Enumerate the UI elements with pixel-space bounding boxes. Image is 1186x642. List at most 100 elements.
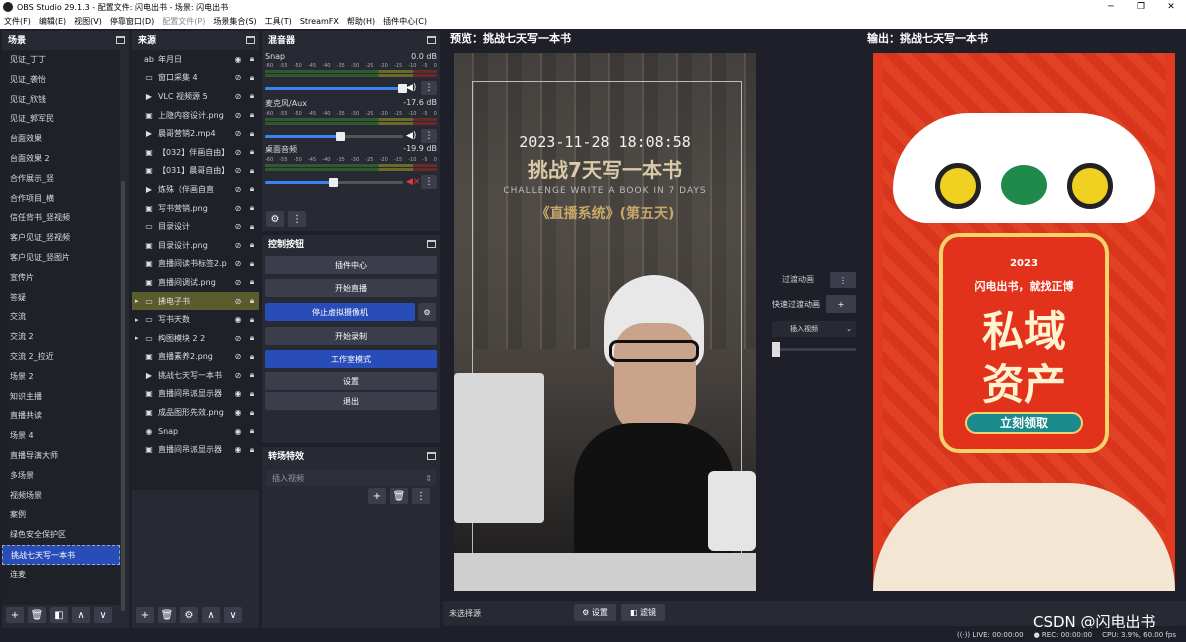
lock-icon[interactable]: 🔒︎ bbox=[245, 352, 259, 362]
start-streaming-button[interactable]: 开始直播 bbox=[265, 279, 437, 297]
scene-item[interactable]: 台面效果 2 bbox=[2, 149, 120, 169]
move-scene-up-button[interactable]: ∧ bbox=[72, 607, 90, 623]
eye-hidden-icon[interactable]: ⊘ bbox=[231, 278, 245, 287]
scene-item[interactable]: 直播导演大师 bbox=[2, 446, 120, 466]
scene-item[interactable]: 见证_丁丁 bbox=[2, 50, 120, 70]
eye-icon[interactable]: ◉ bbox=[231, 427, 245, 436]
eye-icon[interactable]: ◉ bbox=[231, 315, 245, 324]
scene-item[interactable]: 案例 bbox=[2, 505, 120, 525]
menu-item-7[interactable]: StreamFX bbox=[300, 17, 339, 26]
advanced-audio-button[interactable]: ⚙ bbox=[266, 211, 284, 227]
source-item[interactable]: ▣ 直播间吊派显示器 ◉ 🔒︎ bbox=[132, 440, 259, 459]
t-bar-slider[interactable] bbox=[772, 348, 856, 351]
undock-icon[interactable] bbox=[246, 35, 255, 44]
scene-item[interactable]: 见证_袭怡 bbox=[2, 70, 120, 90]
source-item[interactable]: ▣ 直播素养2.png ⊘ 🔒︎ bbox=[132, 348, 259, 367]
remove-source-button[interactable]: 🗑 bbox=[158, 607, 176, 623]
source-item[interactable]: ▭ 目录设计 ⊘ 🔒︎ bbox=[132, 217, 259, 236]
lock-icon[interactable]: 🔒︎ bbox=[245, 129, 259, 139]
eye-hidden-icon[interactable]: ⊘ bbox=[231, 73, 245, 82]
source-item[interactable]: ▶ 炼殊（伴画自直 ⊘ 🔒︎ bbox=[132, 180, 259, 199]
move-scene-down-button[interactable]: ∨ bbox=[94, 607, 112, 623]
menu-item-6[interactable]: 工具(T) bbox=[265, 16, 292, 27]
mixer-menu-button[interactable]: ⋮ bbox=[288, 211, 306, 227]
eye-icon[interactable]: ◉ bbox=[231, 445, 245, 454]
scene-item[interactable]: 客户见证_竖图片 bbox=[2, 248, 120, 268]
source-item[interactable]: ▣ 【032】伴画自由】 ⊘ 🔒︎ bbox=[132, 143, 259, 162]
source-settings-button[interactable]: ⚙ 设置 bbox=[574, 604, 616, 621]
source-item[interactable]: ▭ 窗口采集 4 ⊘ 🔒︎ bbox=[132, 69, 259, 88]
stop-virtual-camera-button[interactable]: 停止虚拟摄像机 bbox=[265, 303, 415, 321]
eye-hidden-icon[interactable]: ⊘ bbox=[231, 204, 245, 213]
menu-item-5[interactable]: 场景集合(S) bbox=[213, 16, 256, 27]
scene-item[interactable]: 视频场景 bbox=[2, 486, 120, 506]
source-item[interactable]: ▣ 目录设计.png ⊘ 🔒︎ bbox=[132, 236, 259, 255]
lock-icon[interactable]: 🔒︎ bbox=[245, 408, 259, 418]
track-menu-button[interactable]: ⋮ bbox=[421, 81, 437, 95]
preview-canvas[interactable]: 2023-11-28 18:08:58 挑战7天写一本书 CHALLENGE W… bbox=[454, 53, 756, 591]
volume-knob[interactable] bbox=[398, 83, 407, 93]
scene-item[interactable]: 绿色安全保护区 bbox=[2, 525, 120, 545]
scene-item[interactable]: 见证_欣钱 bbox=[2, 90, 120, 110]
menu-item-1[interactable]: 编辑(E) bbox=[39, 16, 66, 27]
remove-scene-button[interactable]: 🗑 bbox=[28, 607, 46, 623]
eye-icon[interactable]: ◉ bbox=[231, 408, 245, 417]
source-item[interactable]: ▣ 直播间读书标签2.p ⊘ 🔒︎ bbox=[132, 255, 259, 274]
expand-arrow-icon[interactable]: ▸ bbox=[135, 334, 143, 342]
lock-icon[interactable]: 🔒︎ bbox=[245, 91, 259, 101]
expand-arrow-icon[interactable]: ▸ bbox=[135, 316, 143, 324]
source-item[interactable]: ▸ ▭ 写书天数 ◉ 🔒︎ bbox=[132, 310, 259, 329]
move-source-down-button[interactable]: ∨ bbox=[224, 607, 242, 623]
speaker-icon[interactable]: ◀) bbox=[406, 83, 418, 93]
virtual-camera-settings-icon[interactable]: ⚙ bbox=[418, 303, 436, 321]
add-source-button[interactable]: + bbox=[136, 607, 154, 623]
eye-hidden-icon[interactable]: ⊘ bbox=[231, 334, 245, 343]
undock-icon[interactable] bbox=[116, 35, 125, 44]
scene-item[interactable]: 直播共读 bbox=[2, 406, 120, 426]
lock-icon[interactable]: 🔒︎ bbox=[245, 389, 259, 399]
scene-item[interactable]: 场景 2 bbox=[2, 367, 120, 387]
menu-item-3[interactable]: 停靠窗口(D) bbox=[110, 16, 154, 27]
eye-hidden-icon[interactable]: ⊘ bbox=[231, 352, 245, 361]
source-item[interactable]: ▣ 成品图形先效.png ◉ 🔒︎ bbox=[132, 403, 259, 422]
source-item[interactable]: ▸ ▭ 构图模块 2 2 ⊘ 🔒︎ bbox=[132, 329, 259, 348]
menu-item-4[interactable]: 配置文件(P) bbox=[162, 16, 205, 27]
lock-icon[interactable]: 🔒︎ bbox=[245, 240, 259, 250]
scene-item[interactable]: 合作展示_竖 bbox=[2, 169, 120, 189]
lock-icon[interactable]: 🔒︎ bbox=[245, 259, 259, 269]
source-item[interactable]: ▸ ▭ 拂电子书 ⊘ 🔒︎ bbox=[132, 291, 259, 311]
lock-icon[interactable]: 🔒︎ bbox=[245, 222, 259, 232]
scene-item[interactable]: 客户见证_竖视频 bbox=[2, 228, 120, 248]
source-item[interactable]: ▣ 写书营销.png ⊘ 🔒︎ bbox=[132, 199, 259, 218]
scene-item[interactable]: 交流 2 bbox=[2, 327, 120, 347]
scene-item[interactable]: 多场景 bbox=[2, 466, 120, 486]
volume-slider[interactable] bbox=[265, 177, 403, 187]
lock-icon[interactable]: 🔒︎ bbox=[245, 315, 259, 325]
source-item[interactable]: ab 年月日 ◉ 🔒︎ bbox=[132, 50, 259, 69]
source-item[interactable]: ▣ 直播间调试.png ⊘ 🔒︎ bbox=[132, 273, 259, 292]
scene-filters-button[interactable]: ◧ bbox=[50, 607, 68, 623]
scene-item[interactable]: 台面效果 bbox=[2, 129, 120, 149]
lock-icon[interactable]: 🔒︎ bbox=[245, 147, 259, 157]
menu-item-0[interactable]: 文件(F) bbox=[4, 16, 31, 27]
transition-menu-button[interactable]: ⋮ bbox=[412, 488, 430, 504]
undock-icon[interactable] bbox=[427, 239, 436, 248]
move-source-up-button[interactable]: ∧ bbox=[202, 607, 220, 623]
plugin-center-button[interactable]: 插件中心 bbox=[265, 256, 437, 274]
eye-hidden-icon[interactable]: ⊘ bbox=[231, 297, 245, 306]
source-item[interactable]: ▣ 上隐内容设计.png ⊘ 🔒︎ bbox=[132, 106, 259, 125]
source-item[interactable]: ▶ 挑战七天写一本书 ⊘ 🔒︎ bbox=[132, 366, 259, 385]
eye-hidden-icon[interactable]: ⊘ bbox=[231, 148, 245, 157]
eye-hidden-icon[interactable]: ⊘ bbox=[231, 111, 245, 120]
volume-knob[interactable] bbox=[329, 177, 338, 187]
transition-select[interactable]: 插入视频 ⇕ bbox=[266, 470, 436, 486]
add-quick-transition-button[interactable]: + bbox=[826, 295, 856, 313]
source-item[interactable]: ▶ 晨哥营销2.mp4 ⊘ 🔒︎ bbox=[132, 124, 259, 143]
add-transition-button[interactable]: + bbox=[368, 488, 386, 504]
source-item[interactable]: ▶ VLC 视频源 5 ⊘ 🔒︎ bbox=[132, 87, 259, 106]
eye-hidden-icon[interactable]: ⊘ bbox=[231, 185, 245, 194]
eye-hidden-icon[interactable]: ⊘ bbox=[231, 129, 245, 138]
source-item[interactable]: ▣ 【031】晨哥自由】 ⊘ 🔒︎ bbox=[132, 162, 259, 181]
eye-hidden-icon[interactable]: ⊘ bbox=[231, 222, 245, 231]
studio-mode-button[interactable]: 工作室模式 bbox=[265, 350, 437, 368]
